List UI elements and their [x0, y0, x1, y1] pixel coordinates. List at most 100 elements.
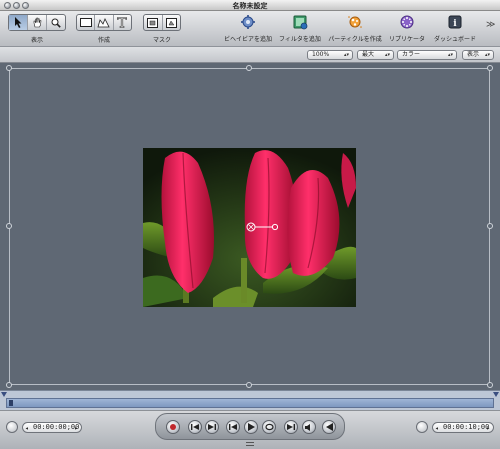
resolution-value: 最大 — [362, 51, 375, 58]
popup-arrows-icon: ▴▾ — [343, 52, 349, 58]
reverse-icon — [325, 423, 333, 431]
make-particles-label: パーティクルを作成 — [328, 36, 382, 43]
channels-popup[interactable]: カラー ▴▾ — [397, 50, 457, 60]
pan-tool-button[interactable] — [28, 15, 47, 30]
duration-timecode-value: 00:00:10;00 — [443, 423, 490, 431]
text-t-icon — [117, 17, 128, 28]
pen-shape-icon — [97, 17, 111, 27]
popup-arrows-icon: ▴▾ — [447, 52, 453, 58]
select-tool-button[interactable] — [9, 15, 28, 30]
speaker-icon — [305, 423, 310, 431]
step-forward-arrow-icon[interactable]: ▸ — [74, 424, 78, 433]
arrow-cursor-icon — [14, 17, 21, 28]
zoom-value: 100% — [312, 51, 330, 58]
next-frame-button[interactable] — [284, 420, 298, 434]
add-filter-label: フィルタを追加 — [279, 36, 321, 43]
popup-arrows-icon: ▴▾ — [484, 52, 490, 58]
canvas-option-bar: 100% ▴▾ 最大 ▴▾ カラー ▴▾ 表示 ▴▾ — [0, 47, 500, 63]
bezier-tool-button[interactable] — [95, 15, 114, 30]
play-button[interactable] — [244, 420, 258, 434]
playback-controls — [155, 413, 345, 440]
current-timecode-value: 00:00:00;00 — [33, 423, 80, 431]
record-button[interactable] — [166, 420, 180, 434]
frame-handle-top-left[interactable] — [6, 65, 12, 71]
bezier-mask-icon — [165, 17, 177, 28]
zoom-popup[interactable]: 100% ▴▾ — [307, 50, 353, 60]
mini-timeline — [0, 390, 500, 410]
toolbar-overflow-button[interactable]: ≫ — [486, 20, 495, 30]
track-start-marker[interactable] — [9, 400, 13, 406]
hand-icon — [33, 17, 41, 28]
frame-handle-top-right[interactable] — [487, 65, 493, 71]
toolbar: 表示 作成 マスク ビヘイビアを追加 フィルタを追加 パーティクルを作成 リプリ… — [0, 11, 500, 47]
loop-icon — [264, 423, 274, 431]
add-behavior-label: ビヘイビアを追加 — [224, 36, 273, 43]
play-icon — [247, 423, 255, 431]
anchor-point-handle[interactable] — [246, 222, 278, 232]
behavior-gear-icon — [241, 15, 255, 29]
particles-icon — [348, 16, 362, 28]
playhead-out-icon[interactable] — [493, 392, 499, 397]
current-time-dial-icon[interactable] — [6, 421, 18, 433]
go-to-start-icon — [191, 424, 199, 430]
audio-mute-button[interactable] — [302, 420, 316, 434]
frame-handle-top-center[interactable] — [246, 65, 252, 71]
resize-grip-icon[interactable] — [246, 442, 254, 446]
go-to-start-button[interactable] — [188, 420, 202, 434]
duration-timecode-field[interactable]: ◂ 00:00:10;00 ▸ — [432, 422, 494, 433]
duration-dial-icon[interactable] — [416, 421, 428, 433]
mask-tools-segment — [143, 14, 181, 31]
loop-button[interactable] — [262, 420, 276, 434]
step-back-arrow-icon[interactable]: ◂ — [435, 424, 439, 433]
filter-icon — [293, 15, 308, 30]
text-tool-button[interactable] — [114, 15, 131, 30]
go-to-end-button[interactable] — [205, 420, 219, 434]
add-filter-button[interactable]: フィルタを追加 — [279, 14, 321, 43]
transport-bar: ◂ 00:00:00;00 ▸ ◂ 00:00:10;00 ▸ — [0, 410, 500, 449]
view-tools-label: 表示 — [30, 37, 43, 44]
info-dashboard-icon: i — [448, 15, 462, 29]
go-to-end-icon — [208, 424, 216, 430]
replicator-icon — [400, 15, 414, 29]
current-timecode-field[interactable]: ◂ 00:00:00;00 ▸ — [22, 422, 82, 433]
popup-arrows-icon: ▴▾ — [384, 52, 390, 58]
magnifier-icon — [51, 18, 61, 28]
frame-handle-middle-left[interactable] — [6, 223, 12, 229]
frame-handle-middle-right[interactable] — [487, 223, 493, 229]
step-forward-arrow-icon[interactable]: ▸ — [486, 424, 490, 433]
dashboard-button[interactable]: i ダッシュボード — [433, 14, 477, 43]
mask-tools-label: マスク — [152, 37, 171, 44]
view-popup[interactable]: 表示 ▴▾ — [462, 50, 494, 60]
record-icon — [170, 424, 176, 430]
svg-text:i: i — [453, 19, 457, 29]
create-tools-segment — [76, 14, 132, 31]
previous-frame-icon — [229, 424, 237, 430]
resolution-popup[interactable]: 最大 ▴▾ — [357, 50, 394, 60]
view-tools-segment — [8, 14, 66, 31]
make-particles-button[interactable]: パーティクルを作成 — [328, 14, 382, 43]
previous-frame-button[interactable] — [226, 420, 240, 434]
title-bar: 名称未設定 — [0, 0, 500, 11]
add-behavior-button[interactable]: ビヘイビアを追加 — [224, 14, 272, 43]
channels-value: カラー — [402, 51, 421, 58]
bezier-mask-button[interactable] — [163, 15, 181, 30]
replicate-button[interactable]: リプリケータ — [387, 14, 427, 43]
frame-handle-bottom-left[interactable] — [6, 382, 12, 388]
playhead-in-icon[interactable] — [1, 392, 7, 397]
rectangle-mask-button[interactable] — [144, 15, 163, 30]
layer-track-bar[interactable] — [6, 398, 494, 408]
dashboard-label: ダッシュボード — [433, 36, 476, 43]
window-title: 名称未設定 — [232, 2, 268, 10]
rect-mask-icon — [147, 17, 159, 28]
zoom-tool-button[interactable] — [47, 15, 65, 30]
view-value: 表示 — [467, 51, 480, 58]
replicate-label: リプリケータ — [388, 36, 425, 43]
step-back-arrow-icon[interactable]: ◂ — [25, 424, 29, 433]
step-reverse-button[interactable] — [322, 420, 336, 434]
rectangle-tool-button[interactable] — [77, 15, 96, 30]
create-tools-label: 作成 — [97, 37, 110, 44]
frame-handle-bottom-center[interactable] — [246, 382, 252, 388]
rectangle-icon — [79, 18, 92, 27]
frame-handle-bottom-right[interactable] — [487, 382, 493, 388]
next-frame-icon — [287, 424, 295, 430]
